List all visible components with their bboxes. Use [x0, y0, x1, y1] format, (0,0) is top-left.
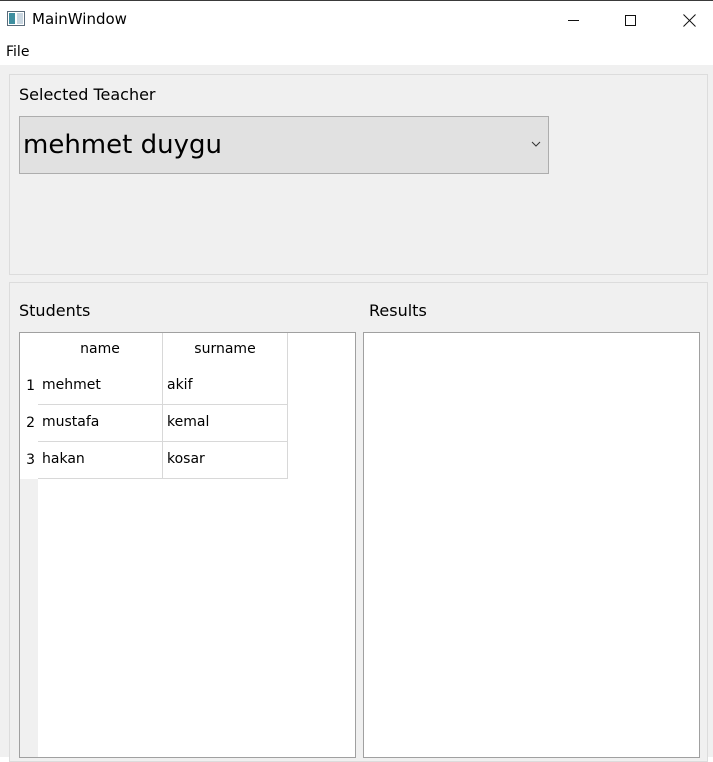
- table-cell-name[interactable]: mehmet: [38, 368, 163, 405]
- table-cell-surname[interactable]: akif: [163, 368, 288, 405]
- results-label: Results: [369, 301, 427, 320]
- window-title: MainWindow: [32, 10, 127, 28]
- row-header[interactable]: 1: [20, 368, 38, 405]
- minimize-icon: [567, 19, 579, 21]
- table-cell-surname[interactable]: kosar: [163, 442, 288, 479]
- results-view[interactable]: [363, 332, 700, 758]
- teacher-group-box: [9, 74, 708, 275]
- table-corner-button[interactable]: [20, 333, 38, 368]
- row-header[interactable]: 2: [20, 405, 38, 442]
- table-cell-name[interactable]: mustafa: [38, 405, 163, 442]
- maximize-icon: [624, 14, 636, 26]
- chevron-down-icon: [531, 141, 541, 147]
- students-label: Students: [19, 301, 91, 320]
- teacher-combobox[interactable]: mehmet duygu: [19, 116, 549, 174]
- menu-file[interactable]: File: [6, 44, 29, 60]
- maximize-button[interactable]: [601, 1, 659, 39]
- close-icon: [683, 14, 696, 27]
- close-button[interactable]: [660, 1, 713, 39]
- minimize-button[interactable]: [544, 1, 602, 39]
- title-bar[interactable]: MainWindow: [0, 1, 713, 39]
- column-header-name[interactable]: name: [38, 333, 163, 368]
- table-cell-surname[interactable]: kemal: [163, 405, 288, 442]
- selected-teacher-label: Selected Teacher: [19, 85, 156, 104]
- main-window: MainWindow File Selected Teacher mehmet …: [0, 0, 713, 762]
- students-table[interactable]: name surname 1 2 3 mehmet akif mustafa k…: [19, 332, 356, 758]
- table-cell-name[interactable]: hakan: [38, 442, 163, 479]
- row-header[interactable]: 3: [20, 442, 38, 479]
- menu-bar: File: [0, 39, 713, 65]
- teacher-combobox-value: mehmet duygu: [23, 130, 222, 160]
- window-app-icon: [7, 11, 25, 26]
- table-row-header: 1 2 3: [20, 368, 38, 757]
- column-header-surname[interactable]: surname: [163, 333, 288, 368]
